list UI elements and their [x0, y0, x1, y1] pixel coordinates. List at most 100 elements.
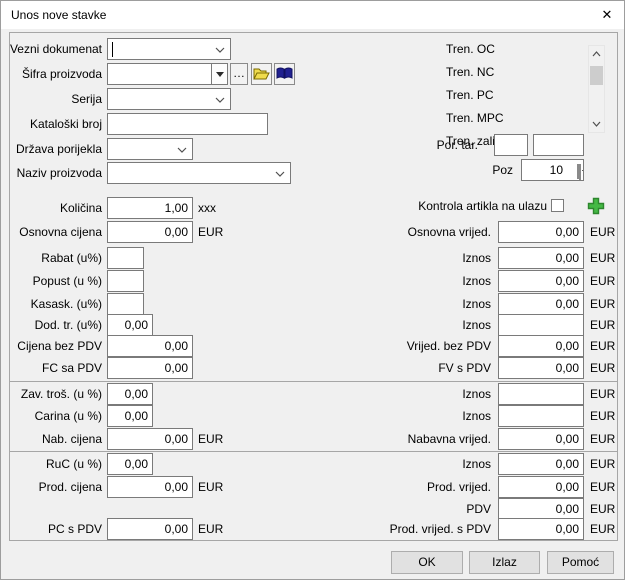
spin-up-icon: [582, 167, 583, 171]
fv-s-pdv-right-input[interactable]: 0,00: [498, 357, 584, 379]
kolicina-label: Količina: [59, 201, 102, 215]
chevron-down-icon: [215, 97, 225, 103]
tren-scrollbar[interactable]: [588, 45, 605, 133]
spin-down-button[interactable]: [579, 164, 581, 180]
group-divider-1: [9, 381, 618, 382]
osnovna-cijena-label: Osnovna cijena: [19, 225, 102, 239]
naziv-proizvoda-label: Naziv proizvoda: [16, 166, 102, 180]
pc-s-pdv-unit: EUR: [198, 522, 224, 536]
prod-cijena-input[interactable]: 0,00: [107, 476, 193, 498]
drzava-porijekla-combobox[interactable]: [107, 138, 193, 160]
iznos-right-input[interactable]: [498, 314, 584, 336]
vezni-dokumenat-combobox[interactable]: [107, 38, 231, 60]
naziv-proizvoda-combobox[interactable]: [107, 162, 291, 184]
ruc-u-input[interactable]: 0,00: [107, 453, 153, 475]
iznos-right-label: Iznos: [462, 409, 491, 423]
pc-s-pdv-input[interactable]: 0,00: [107, 518, 193, 540]
open-folder-button[interactable]: [251, 63, 272, 85]
carina-u-input[interactable]: 0,00: [107, 405, 153, 427]
iznos-right-unit: EUR: [590, 387, 616, 401]
iznos-right-input[interactable]: 0,00: [498, 270, 584, 292]
cijena-bez-pdv-label: Cijena bez PDV: [17, 339, 102, 353]
pdv-right-label: PDV: [466, 502, 491, 516]
iznos-right-input[interactable]: 0,00: [498, 453, 584, 475]
rabat-u-label: Rabat (u%): [41, 251, 102, 265]
por-tar-input-1[interactable]: [494, 134, 528, 156]
sifra-proizvoda-label: Šifra proizvoda: [21, 67, 102, 81]
prod-vrijed-s-pdv-right-unit: EUR: [590, 522, 616, 536]
tren-item-tren-oc: Tren. OC: [446, 42, 495, 56]
serija-combobox[interactable]: [107, 88, 231, 110]
fc-sa-pdv-input[interactable]: 0,00: [107, 357, 193, 379]
tren-item-tren-pc: Tren. PC: [446, 88, 494, 102]
dropdown-button[interactable]: [211, 63, 228, 85]
iznos-right-unit: EUR: [590, 274, 616, 288]
prod-vrijed-right-input[interactable]: 0,00: [498, 476, 584, 498]
por-tar-input-2[interactable]: [533, 134, 584, 156]
nabavna-vrijed-right-input[interactable]: 0,00: [498, 428, 584, 450]
iznos-right-input[interactable]: [498, 405, 584, 427]
prod-vrijed-right-unit: EUR: [590, 480, 616, 494]
add-plus-icon[interactable]: [587, 197, 605, 215]
chevron-down-icon: [215, 47, 225, 53]
iznos-right-unit: EUR: [590, 318, 616, 332]
fv-s-pdv-right-unit: EUR: [590, 361, 616, 375]
close-icon[interactable]: ✕: [598, 1, 616, 29]
prod-vrijed-s-pdv-right-label: Prod. vrijed. s PDV: [389, 522, 491, 536]
kolicina-unit: xxx: [198, 201, 216, 215]
prod-cijena-label: Prod. cijena: [38, 480, 102, 494]
poz-spinner[interactable]: 10: [521, 159, 584, 181]
titlebar: Unos nove stavke ✕: [1, 1, 624, 29]
zav-tros-u-input[interactable]: 0,00: [107, 383, 153, 405]
fc-sa-pdv-label: FC sa PDV: [41, 361, 102, 375]
group-divider-2: [9, 451, 618, 452]
iznos-right-label: Iznos: [462, 318, 491, 332]
iznos-right-label: Iznos: [462, 274, 491, 288]
vrijed-bez-pdv-right-input[interactable]: 0,00: [498, 335, 584, 357]
catalog-book-button[interactable]: [274, 63, 295, 85]
kontrola-artikla-checkbox[interactable]: [551, 199, 564, 212]
nab-cijena-input[interactable]: 0,00: [107, 428, 193, 450]
prod-vrijed-right-label: Prod. vrijed.: [426, 480, 491, 494]
scrollbar-thumb[interactable]: [590, 66, 603, 85]
osnovna-cijena-input[interactable]: 0,00: [107, 221, 193, 243]
prod-vrijed-s-pdv-right-input[interactable]: 0,00: [498, 518, 584, 540]
dod-tr-u-input[interactable]: 0,00: [107, 314, 153, 336]
vrijed-bez-pdv-right-unit: EUR: [590, 339, 616, 353]
dod-tr-u-label: Dod. tr. (u%): [34, 318, 102, 332]
iznos-right-input[interactable]: [498, 383, 584, 405]
iznos-right-unit: EUR: [590, 457, 616, 471]
text-cursor: [112, 42, 113, 57]
scroll-down-icon[interactable]: [589, 116, 604, 132]
popust-u-input[interactable]: [107, 270, 144, 292]
triangle-down-icon: [216, 72, 224, 77]
iznos-right-input[interactable]: 0,00: [498, 247, 584, 269]
scroll-up-icon[interactable]: [589, 46, 604, 62]
kolicina-input[interactable]: 1,00: [107, 197, 193, 219]
sifra-proizvoda-combobox[interactable]: [107, 63, 228, 85]
open-folder-icon: [253, 68, 270, 80]
izlaz-button[interactable]: Izlaz: [469, 551, 540, 574]
poz-label: Poz: [492, 163, 513, 177]
cijena-bez-pdv-input[interactable]: 0,00: [107, 335, 193, 357]
iznos-right-input[interactable]: 0,00: [498, 293, 584, 315]
pdv-right-input[interactable]: 0,00: [498, 498, 584, 520]
pomoc-button[interactable]: Pomoć: [547, 551, 614, 574]
kataloski-broj-input[interactable]: [107, 113, 268, 135]
tren-item-tren-nc: Tren. NC: [446, 65, 495, 79]
iznos-right-unit: EUR: [590, 297, 616, 311]
ok-button[interactable]: OK: [391, 551, 463, 574]
kontrola-artikla-label: Kontrola artikla na ulazu: [418, 199, 547, 213]
osnovna-vrijed-right-input[interactable]: 0,00: [498, 221, 584, 243]
prod-cijena-unit: EUR: [198, 480, 224, 494]
vezni-dokumenat-label: Vezni dokumenat: [9, 42, 102, 56]
dialog-unos-nove-stavke: Unos nove stavke ✕ Vezni dokumenat Šifra…: [0, 0, 625, 580]
kasask-u-label: Kasask. (u%): [30, 297, 102, 311]
iznos-right-label: Iznos: [462, 251, 491, 265]
kasask-u-input[interactable]: [107, 293, 144, 315]
browse-dots-button[interactable]: …: [230, 63, 248, 85]
osnovna-vrijed-right-label: Osnovna vrijed.: [407, 225, 491, 239]
poz-value: 10: [549, 163, 563, 177]
zav-tros-u-label: Zav. troš. (u %): [20, 387, 102, 401]
rabat-u-input[interactable]: [107, 247, 144, 269]
